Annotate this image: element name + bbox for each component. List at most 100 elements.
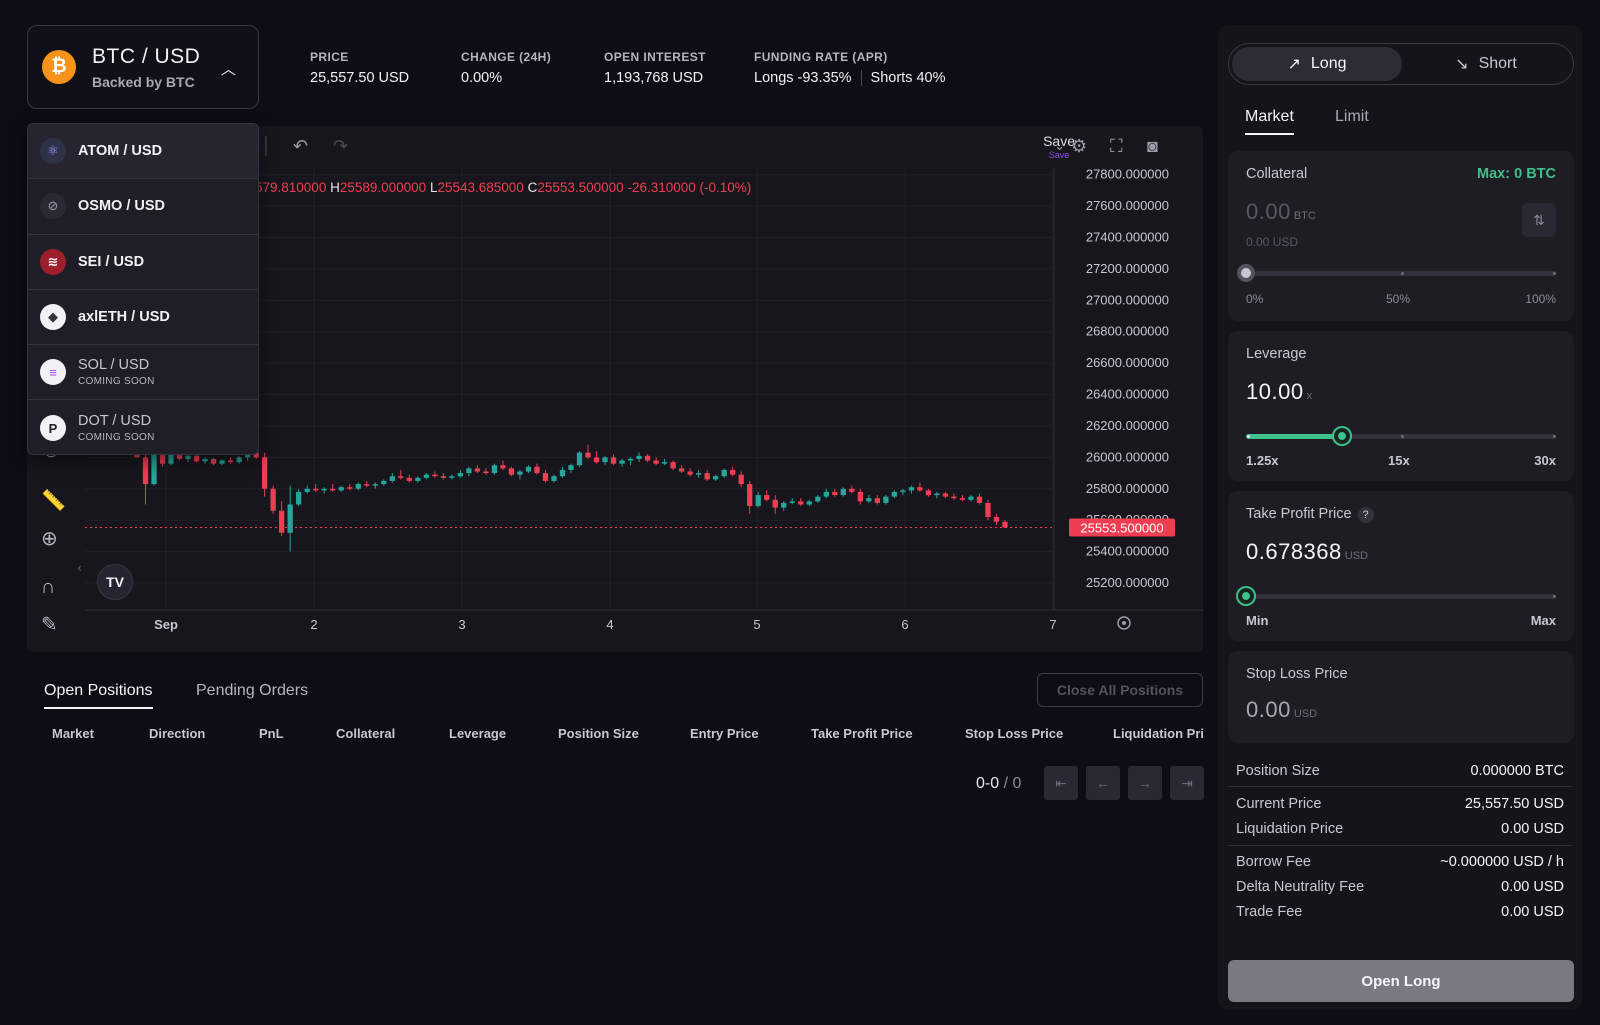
candle-body <box>491 465 498 474</box>
candle-body <box>696 473 702 475</box>
candle-body <box>619 460 625 464</box>
info-trade-fee: Trade Fee 0.00 USD <box>1236 904 1564 920</box>
leverage-slider[interactable] <box>1246 428 1556 444</box>
take-profit-card: Take Profit Price? 0.678368 USD Min Max <box>1228 491 1574 641</box>
slider-fill <box>1246 434 1343 439</box>
dropdown-item-label: SOL / USD <box>78 357 150 374</box>
camera-icon[interactable]: ◙ <box>1147 136 1158 157</box>
stat-label: PRICE <box>310 50 349 64</box>
ruler-icon[interactable]: 📏 <box>41 488 66 513</box>
x-tick-label: Sep <box>154 617 178 632</box>
slider-thumb[interactable] <box>1334 428 1351 444</box>
leverage-input[interactable]: 10.00 x <box>1246 379 1312 405</box>
stop-loss-input[interactable]: 0.00 USD <box>1246 697 1317 723</box>
dropdown-item-sei[interactable]: ≋ SEI / USD <box>28 235 258 290</box>
take-profit-slider[interactable] <box>1238 588 1556 604</box>
collateral-max[interactable]: Max: 0 BTC <box>1477 166 1556 182</box>
dropdown-item-atom[interactable]: ⚛ ATOM / USD <box>28 124 258 180</box>
candle-body <box>764 495 770 500</box>
atom-icon: ⚛ <box>40 138 66 165</box>
candle-body <box>883 496 889 503</box>
stat-open-interest: OPEN INTEREST 1,193,768 USD <box>604 50 706 86</box>
gear-icon[interactable]: ⚙ <box>1071 136 1087 157</box>
take-profit-input[interactable]: 0.678368 USD <box>1246 539 1368 565</box>
candle-body <box>508 468 515 475</box>
x-tick-label: 6 <box>901 617 908 632</box>
tab-open-positions[interactable]: Open Positions <box>44 682 153 709</box>
candle-body <box>236 457 242 463</box>
collateral-slider[interactable] <box>1237 264 1556 282</box>
candle-body <box>993 517 1000 522</box>
y-tick-label: 26800.000000 <box>1086 324 1169 339</box>
dropdown-item-dot[interactable]: P DOT / USD COMING SOON <box>28 400 258 454</box>
candle-body <box>185 455 191 459</box>
tab-market[interactable]: Market <box>1245 108 1294 135</box>
candle-body <box>925 490 932 496</box>
stat-funding-rate: FUNDING RATE (APR) Longs -93.35% Shorts 4… <box>754 50 946 87</box>
dot-icon: P <box>40 415 66 442</box>
dropdown-item-axleth[interactable]: ◆ axlETH / USD <box>28 290 258 346</box>
info-value: 0.00 USD <box>1501 821 1564 837</box>
x-tick-label: 7 <box>1049 617 1056 632</box>
first-page-button[interactable]: ⇤ <box>1044 766 1078 800</box>
stat-value: 25,557.50 USD <box>310 70 410 86</box>
magnet-icon[interactable]: ∩ <box>41 576 55 599</box>
candle-body <box>551 476 557 481</box>
candle-body <box>168 454 174 464</box>
slider-thumb[interactable] <box>1238 588 1254 604</box>
fullscreen-icon[interactable]: ⛶ <box>1110 136 1123 157</box>
dropdown-item-sol[interactable]: ≡ SOL / USD COMING SOON <box>28 345 258 401</box>
stat-price: PRICE 25,557.50 USD <box>310 50 409 86</box>
candle-body <box>406 477 412 481</box>
tick-label: 15x <box>1388 453 1410 468</box>
candle-body <box>474 468 481 472</box>
prev-page-button[interactable]: ← <box>1086 766 1120 800</box>
ohlc-legend: 579.810000 H25589.000000 L25543.685000 C… <box>255 180 751 195</box>
funding-longs: Longs -93.35% <box>754 70 852 86</box>
chevron-down-icon[interactable]: ⌄ <box>1054 138 1065 154</box>
y-tick-label: 25200.000000 <box>1086 575 1169 590</box>
tradingview-logo[interactable]: TV <box>97 564 133 600</box>
undo-icon[interactable]: ↶ <box>293 136 308 157</box>
last-page-button[interactable]: ⇥ <box>1170 766 1204 800</box>
help-icon[interactable]: ? <box>1357 507 1374 523</box>
y-tick-label: 27800.000000 <box>1086 167 1169 182</box>
market-selector[interactable]: ₿ BTC / USD Backed by BTC ︿ <box>27 25 259 109</box>
y-tick-label: 27000.000000 <box>1086 292 1169 307</box>
candle-body <box>934 493 940 496</box>
redo-icon[interactable]: ↷ <box>333 136 348 157</box>
close-all-positions-button[interactable]: Close All Positions <box>1037 673 1203 707</box>
candle-body <box>798 501 804 505</box>
candle-body <box>849 488 855 492</box>
lock-drawing-icon[interactable]: ✎ <box>41 612 58 637</box>
tick-label: 100% <box>1525 292 1556 306</box>
tick-label: Min <box>1246 613 1269 628</box>
next-page-button[interactable]: → <box>1128 766 1162 800</box>
slider-dot <box>1553 272 1556 275</box>
slider-dot <box>1401 435 1404 438</box>
tab-limit[interactable]: Limit <box>1335 108 1369 126</box>
tab-pending-orders[interactable]: Pending Orders <box>196 682 308 700</box>
dropdown-item-osmo[interactable]: ⊘ OSMO / USD <box>28 179 258 235</box>
swap-units-icon[interactable]: ⇅ <box>1522 203 1556 237</box>
short-button[interactable]: ↘ Short <box>1401 47 1571 81</box>
candle-body <box>270 488 276 511</box>
candle-body <box>866 498 872 502</box>
candle-body <box>525 466 532 472</box>
leverage-card: Leverage 10.00 x 1.25x 15x 30x <box>1228 331 1574 481</box>
candle-body <box>440 476 446 478</box>
collateral-input[interactable]: 0.00 BTC <box>1246 199 1316 225</box>
long-button[interactable]: ↗ Long <box>1232 47 1402 81</box>
slider-dot <box>1247 435 1250 438</box>
slider-dot <box>1553 595 1556 598</box>
candle-body <box>951 496 957 499</box>
candle-body <box>219 460 225 464</box>
zoom-in-icon[interactable]: ⊕ <box>41 526 58 551</box>
x-tick-label: 2 <box>310 617 317 632</box>
open-long-button[interactable]: Open Long <box>1228 960 1574 1002</box>
column-header-pnl: PnL <box>259 726 284 741</box>
slider-thumb[interactable] <box>1237 264 1255 282</box>
candle-body <box>534 466 540 474</box>
long-label: Long <box>1310 55 1347 72</box>
candle-body <box>193 455 200 462</box>
